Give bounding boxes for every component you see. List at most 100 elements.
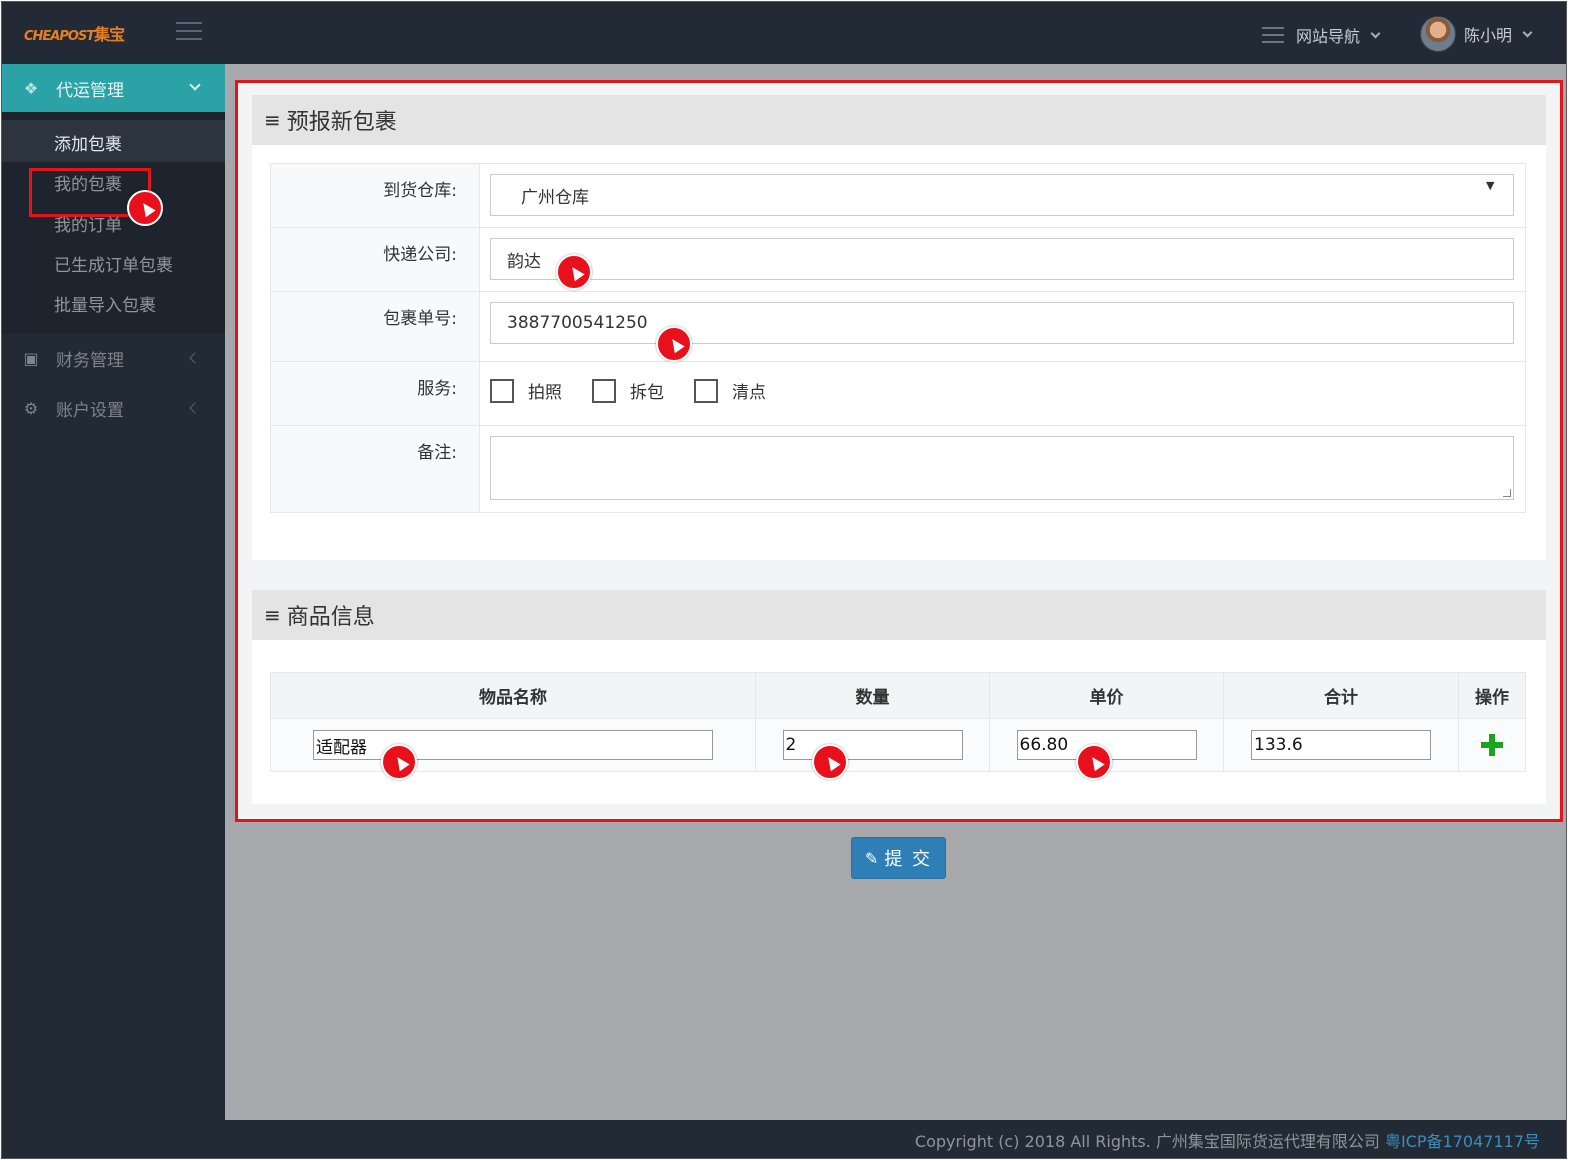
main-content: ≡ 预报新包裹 到货仓库: 广州仓库 ▼ 快递公司: 韵达 包裹单号: 3887… <box>225 64 1566 1120</box>
sidebar-submenu: 添加包裹 我的包裹 我的订单 已生成订单包裹 批量导入包裹 <box>2 112 225 334</box>
brand-logo[interactable]: CHEAPOST集宝 <box>24 21 125 45</box>
app-window: CHEAPOST集宝 网站导航 陈小明 ❖ 代运管理 添加包裹 我的包裹 我的订… <box>1 1 1567 1159</box>
goods-title: 商品信息 <box>286 605 375 630</box>
sidebar-item-ordered-packages[interactable]: 已生成订单包裹 <box>54 251 173 276</box>
warehouse-select-value: 广州仓库 <box>521 187 589 208</box>
cell-total: 133.6 <box>1224 719 1459 771</box>
cell-name: 适配器 <box>271 719 756 780</box>
total-value: 133.6 <box>1254 735 1303 755</box>
photo-checkbox[interactable] <box>490 378 514 403</box>
caret-down-icon: ▼ <box>1486 179 1495 192</box>
edit-icon: ✎ <box>864 848 881 868</box>
warehouse-label: 到货仓库: <box>271 164 480 227</box>
courier-input[interactable]: 韵达 <box>490 238 1514 280</box>
chevron-left-icon <box>189 352 201 364</box>
top-navbar: CHEAPOST集宝 网站导航 陈小明 <box>2 2 1566 64</box>
total-input[interactable]: 133.6 <box>1251 730 1431 760</box>
form-value-cell: 3887700541250 <box>480 292 1525 362</box>
unpack-checkbox[interactable] <box>592 378 616 403</box>
money-icon: ▣ <box>23 348 39 368</box>
avatar <box>1420 16 1456 52</box>
site-nav-dropdown[interactable]: 网站导航 <box>1262 20 1381 50</box>
sidebar-section-account[interactable]: ⚙ 账户设置 <box>2 384 225 432</box>
column-header-total: 合计 <box>1224 673 1459 718</box>
sidebar-section-label: 代运管理 <box>56 80 124 101</box>
click-marker-icon <box>812 744 848 780</box>
service-label: 服务: <box>271 362 480 425</box>
service-options: 拍照 拆包 清点 <box>490 378 1515 403</box>
form-value-cell <box>480 426 1525 512</box>
click-marker-icon <box>1076 744 1112 780</box>
list-icon: ≡ <box>264 108 281 132</box>
sidebar-item-my-packages[interactable]: 我的包裹 <box>54 170 122 195</box>
chevron-down-icon <box>189 79 201 91</box>
column-header-qty: 数量 <box>756 673 990 718</box>
sidebar-toggle-icon[interactable] <box>176 22 202 40</box>
count-checkbox-label: 清点 <box>732 383 766 403</box>
quantity-input[interactable]: 2 <box>782 730 963 760</box>
unit-price-value: 66.80 <box>1019 735 1069 755</box>
sidebar-section-finance[interactable]: ▣ 财务管理 <box>2 334 225 382</box>
form-row-tracking: 包裹单号: 3887700541250 <box>271 292 1525 362</box>
footer: Copyright (c) 2018 All Rights. 广州集宝国际货运代… <box>2 1120 1566 1158</box>
count-checkbox[interactable] <box>694 378 718 403</box>
form-value-cell: 广州仓库 ▼ <box>480 164 1525 227</box>
goods-table-header: 物品名称 数量 单价 合计 操作 <box>271 673 1525 719</box>
sidebar: ❖ 代运管理 添加包裹 我的包裹 我的订单 已生成订单包裹 批量导入包裹 ▣ 财… <box>2 64 225 1158</box>
courier-label: 快递公司: <box>271 228 480 291</box>
tracking-label: 包裹单号: <box>271 292 480 361</box>
submit-button[interactable]: ✎ 提 交 <box>851 837 946 879</box>
submit-label: 提 交 <box>884 849 933 870</box>
goods-card: ≡ 商品信息 物品名称 数量 单价 合计 操作 适配器 2 66.80 133.… <box>252 590 1546 804</box>
chevron-left-icon <box>189 402 201 414</box>
goods-table: 物品名称 数量 单价 合计 操作 适配器 2 66.80 133.6 <box>270 672 1526 780</box>
highlight-box: ≡ 预报新包裹 到货仓库: 广州仓库 ▼ 快递公司: 韵达 包裹单号: 3887… <box>235 80 1563 822</box>
sidebar-item-batch-import[interactable]: 批量导入包裹 <box>54 291 156 316</box>
icp-link[interactable]: 粤ICP备17047117号 <box>1385 1132 1540 1151</box>
click-marker-icon <box>127 190 163 226</box>
user-menu[interactable]: 陈小明 <box>1420 16 1533 52</box>
form-row-courier: 快递公司: 韵达 <box>271 228 1525 292</box>
cell-price: 66.80 <box>990 719 1224 780</box>
table-row: 适配器 2 66.80 133.6 <box>271 719 1525 780</box>
form-row-warehouse: 到货仓库: 广州仓库 ▼ <box>271 164 1525 228</box>
gear-icon: ⚙ <box>23 398 39 418</box>
courier-input-value: 韵达 <box>507 251 541 272</box>
tracking-number-value: 3887700541250 <box>507 313 648 333</box>
form-value-cell: 韵达 <box>480 228 1525 291</box>
click-marker-icon <box>656 326 692 362</box>
resize-grip-icon[interactable] <box>1503 489 1511 497</box>
form-row-service: 服务: 拍照 拆包 清点 <box>271 362 1525 426</box>
tracking-number-input[interactable]: 3887700541250 <box>490 302 1514 344</box>
logo-text-en: CHEAPOST <box>24 29 95 44</box>
add-row-icon[interactable] <box>1481 734 1503 756</box>
column-header-name: 物品名称 <box>271 673 756 718</box>
package-form-card: ≡ 预报新包裹 到货仓库: 广州仓库 ▼ 快递公司: 韵达 包裹单号: 3887… <box>252 95 1546 560</box>
click-marker-icon <box>556 254 592 290</box>
list-icon: ≡ <box>264 603 281 627</box>
sidebar-section-label: 账户设置 <box>56 400 124 421</box>
sidebar-item-add-package[interactable]: 添加包裹 <box>54 130 122 155</box>
note-label: 备注: <box>271 426 480 512</box>
item-name-input[interactable]: 适配器 <box>313 730 713 760</box>
menu-icon <box>1262 27 1284 43</box>
cell-action <box>1459 719 1525 771</box>
photo-checkbox-label: 拍照 <box>528 383 562 403</box>
click-marker-icon <box>381 744 417 780</box>
column-header-action: 操作 <box>1475 688 1509 708</box>
form-row-note: 备注: <box>271 426 1525 512</box>
column-header-price: 单价 <box>990 673 1224 718</box>
package-form-header: ≡ 预报新包裹 <box>252 95 1546 145</box>
chevron-down-icon <box>1370 28 1381 38</box>
note-textarea[interactable] <box>490 436 1514 500</box>
chevron-down-icon <box>1522 27 1533 37</box>
sidebar-section-label: 财务管理 <box>56 350 124 371</box>
sidebar-item-my-orders[interactable]: 我的订单 <box>54 211 122 236</box>
unpack-checkbox-label: 拆包 <box>630 383 664 403</box>
package-form-table: 到货仓库: 广州仓库 ▼ 快递公司: 韵达 包裹单号: 388770054125… <box>270 163 1526 513</box>
warehouse-select[interactable]: 广州仓库 ▼ <box>490 174 1514 216</box>
copyright-text: Copyright (c) 2018 All Rights. 广州集宝国际货运代… <box>914 1132 1386 1151</box>
sidebar-section-forwarding[interactable]: ❖ 代运管理 <box>2 64 225 112</box>
form-value-cell: 拍照 拆包 清点 <box>480 362 1525 425</box>
package-form-title: 预报新包裹 <box>286 110 397 135</box>
